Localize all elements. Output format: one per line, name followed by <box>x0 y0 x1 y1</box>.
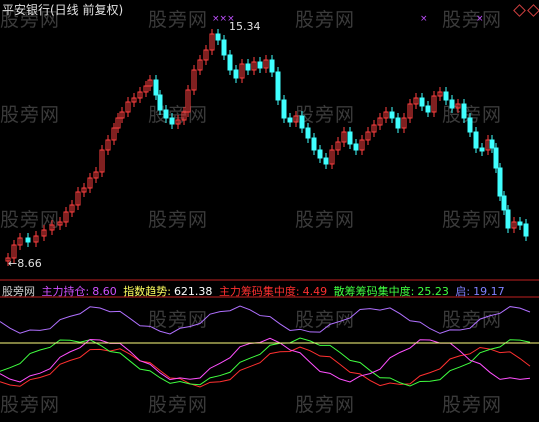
candle-body <box>523 223 529 237</box>
indicator-value-start: 19.17 <box>473 285 505 298</box>
indicator-label-start: 启: <box>455 285 471 298</box>
candle-body <box>169 117 175 125</box>
candle-body <box>443 91 449 101</box>
candle-body <box>215 33 221 41</box>
candle-body <box>347 131 353 145</box>
candle-body <box>221 39 227 56</box>
candle-body <box>305 127 311 139</box>
candle-body <box>493 147 499 169</box>
candle-body <box>163 109 169 119</box>
candle-body <box>517 221 523 226</box>
candle-body <box>227 54 233 71</box>
low-price-label: ←8.66 <box>8 257 42 270</box>
indicator-value-retail-chip: 25.23 <box>417 285 449 298</box>
candle-body <box>449 99 455 109</box>
candle-body <box>269 59 275 73</box>
candle-body <box>281 99 287 119</box>
candle-body <box>489 139 495 149</box>
series-line-main-chip <box>0 346 531 388</box>
candle-body <box>153 79 159 96</box>
chart-title: 平安银行(日线 前复权) <box>2 3 124 17</box>
series-line-main-position <box>0 337 531 383</box>
candle-body <box>353 143 359 151</box>
indicator-bar: 股旁网 主力持仓: 8.60 指数趋势: 621.38 主力筹码集中度: 4.49 散… <box>2 283 508 299</box>
price-chart-canvas[interactable] <box>0 0 539 422</box>
candle-body <box>419 97 425 107</box>
candle-body <box>299 115 305 129</box>
indicator-name: 股旁网 <box>2 285 35 298</box>
candle-body <box>497 167 503 197</box>
candle-body <box>245 63 251 71</box>
candle-body <box>389 111 395 119</box>
indicator-value-main-position: 8.60 <box>92 285 117 298</box>
series-line-retail-chip <box>0 337 531 387</box>
candle-body <box>505 209 511 229</box>
candle-body <box>479 147 485 152</box>
candle-body <box>157 94 163 111</box>
series-line-start <box>0 305 531 335</box>
signal-x-icon: ××× <box>212 14 235 24</box>
candle-body <box>25 237 31 243</box>
candle-body <box>473 131 479 149</box>
indicator-label-main-chip: 主力筹码集中度: <box>218 285 300 298</box>
candle-body <box>395 117 401 129</box>
candle-body <box>467 117 473 133</box>
indicator-label-retail-chip: 散筹筹码集中度: <box>333 285 415 298</box>
candle-body <box>501 195 507 211</box>
stock-chart-window: 股旁网 股旁网 股旁网 股旁网 股旁网 股旁网 股旁网 股旁网 股旁网 股旁网 … <box>0 0 539 422</box>
candle-body <box>275 71 281 101</box>
signal-x-icon: × <box>476 14 484 24</box>
candle-body <box>425 105 431 113</box>
candle-body <box>311 137 317 151</box>
signal-x-icon: × <box>420 14 428 24</box>
candle-body <box>287 117 293 123</box>
indicator-label-index-trend: 指数趋势: <box>123 285 171 298</box>
indicator-label-main-position: 主力持仓: <box>41 285 90 298</box>
indicator-value-index-trend: 621.38 <box>173 285 213 298</box>
candle-body <box>323 157 329 165</box>
candle-body <box>461 103 467 119</box>
candle-body <box>233 69 239 79</box>
candle-body <box>257 61 263 69</box>
candle-body <box>317 149 323 159</box>
indicator-value-main-chip: 4.49 <box>302 285 328 298</box>
